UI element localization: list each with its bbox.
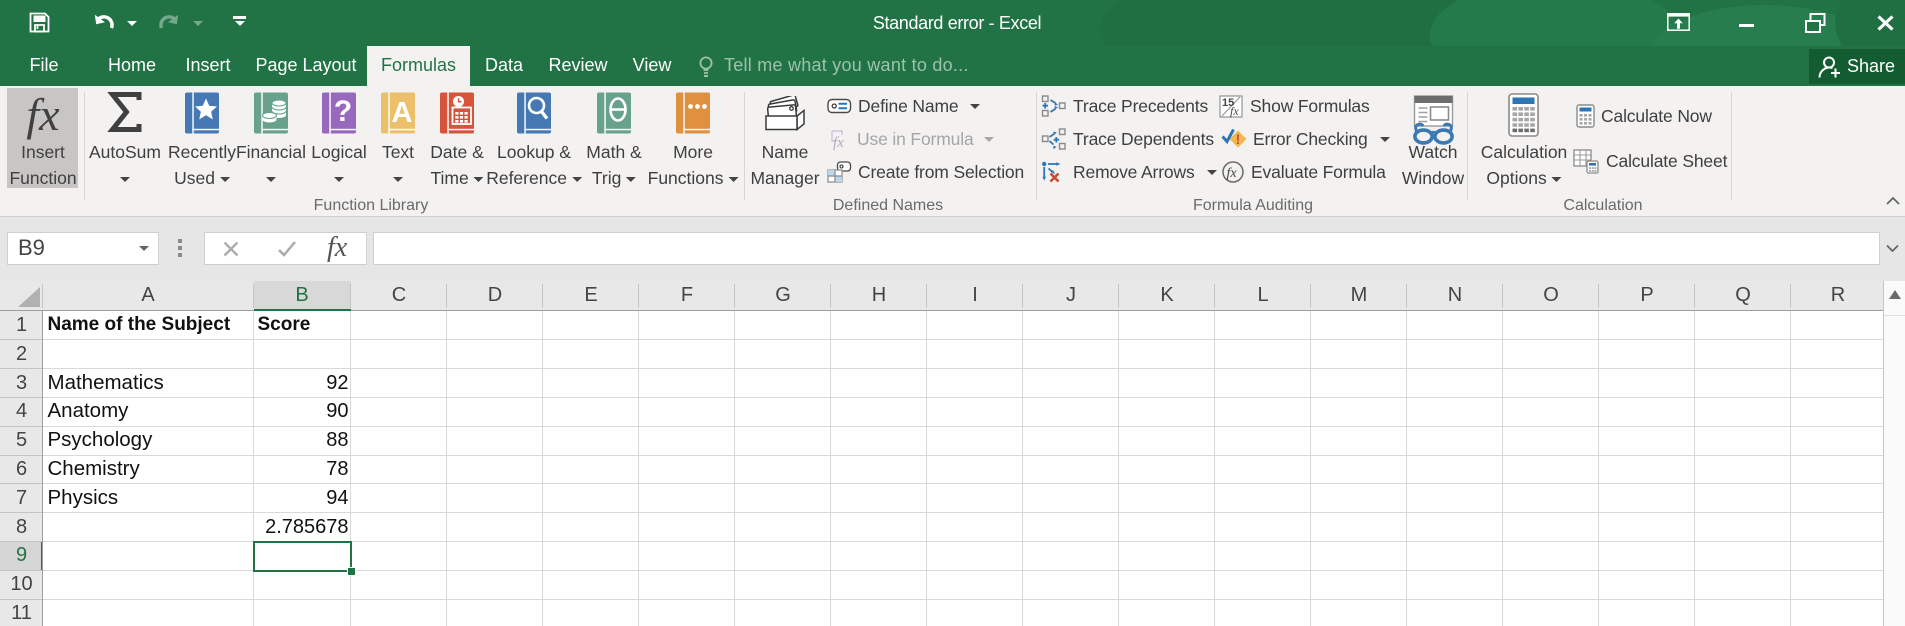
svg-text:?: ? xyxy=(334,95,352,128)
svg-text:fx: fx xyxy=(833,135,844,150)
svg-text:fx: fx xyxy=(1230,104,1239,118)
svg-text:A: A xyxy=(392,97,413,129)
svg-text:fx: fx xyxy=(1227,166,1238,181)
svg-text:!: ! xyxy=(1236,131,1241,147)
